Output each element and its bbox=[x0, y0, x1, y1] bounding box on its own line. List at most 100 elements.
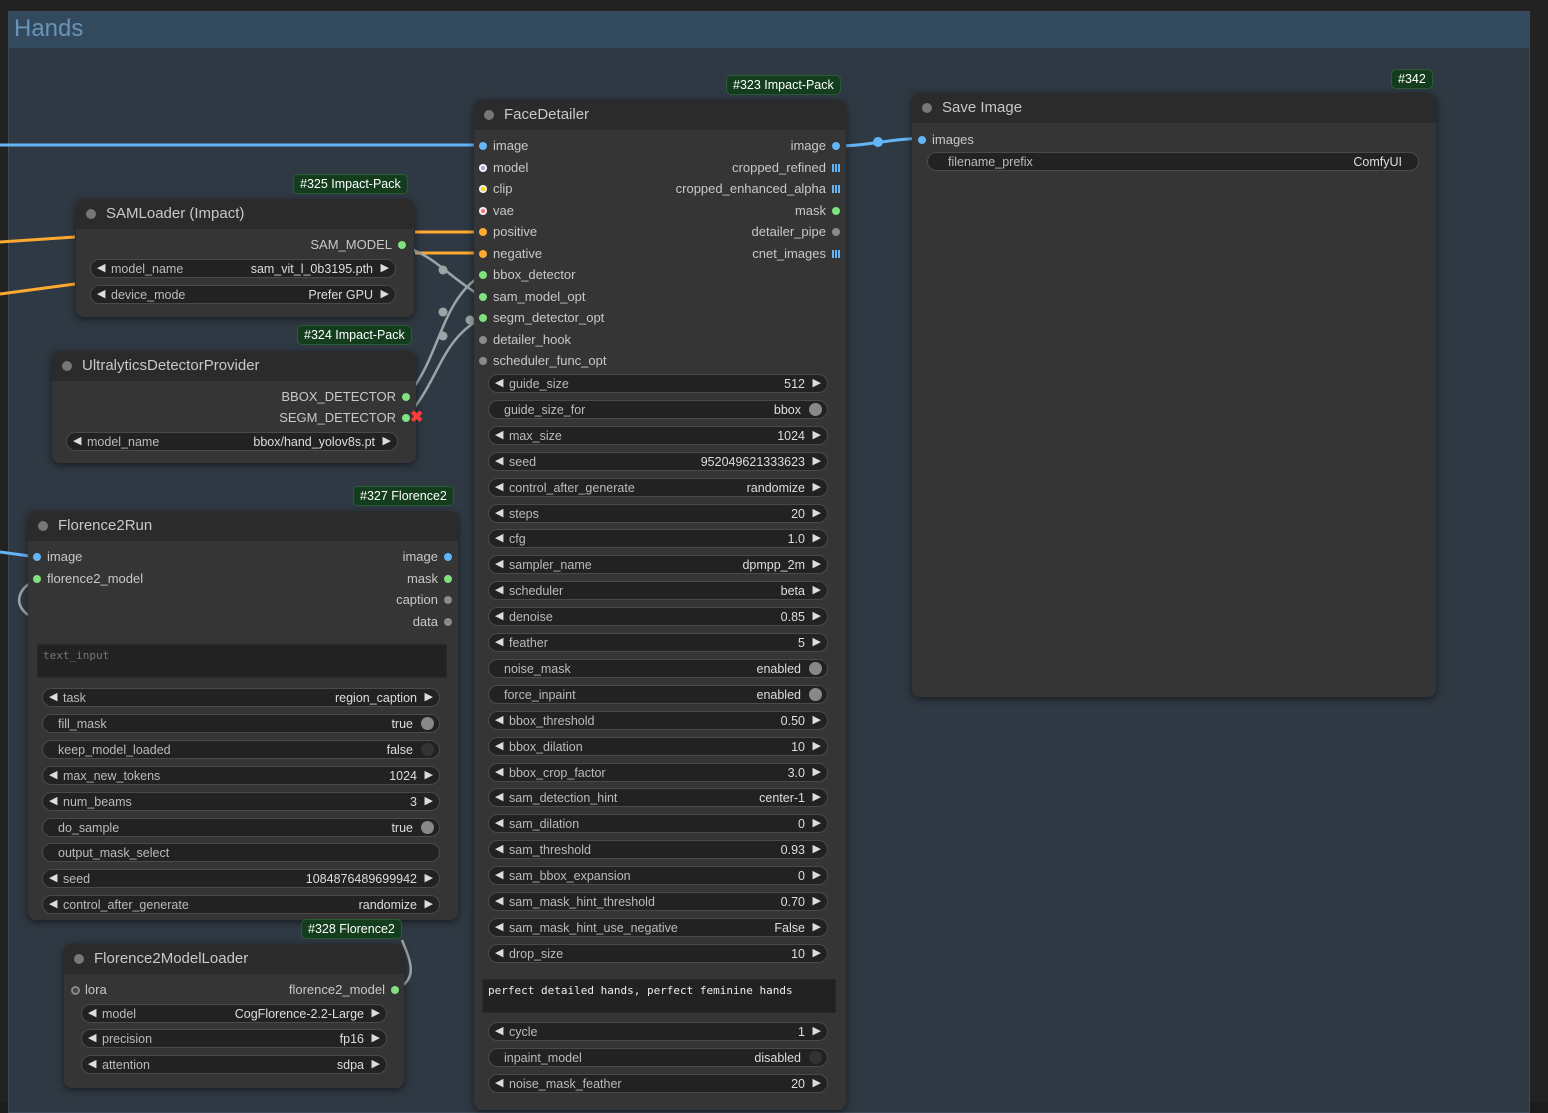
arrow-left-icon[interactable]: ◀ bbox=[495, 531, 503, 544]
arrow-right-icon[interactable]: ▶ bbox=[425, 897, 433, 910]
arrow-right-icon[interactable]: ▶ bbox=[813, 739, 821, 752]
collapse-dot-icon[interactable] bbox=[74, 954, 84, 964]
widget-sam-threshold[interactable]: ◀ sam_threshold 0.93 ▶ bbox=[488, 840, 828, 860]
input-dot-icon[interactable] bbox=[479, 314, 487, 322]
widget-cycle[interactable]: ◀ cycle 1 ▶ bbox=[488, 1022, 828, 1041]
node-canvas[interactable]: Hands #325 Impact-Pack SAMLoader (Impact… bbox=[0, 0, 1548, 1113]
toggle-knob-icon[interactable] bbox=[421, 820, 434, 834]
arrow-right-icon[interactable]: ▶ bbox=[381, 287, 389, 300]
node-title-bar[interactable]: SAMLoader (Impact) bbox=[76, 199, 414, 229]
arrow-left-icon[interactable]: ◀ bbox=[495, 816, 503, 829]
widget-sam-mask-hint-use-negative[interactable]: ◀ sam_mask_hint_use_negative False ▶ bbox=[488, 917, 828, 937]
arrow-left-icon[interactable]: ◀ bbox=[88, 1006, 96, 1019]
widget-bbox-dilation[interactable]: ◀ bbox_dilation 10 ▶ bbox=[488, 736, 828, 756]
node-ultralytics-detector[interactable]: UltralyticsDetectorProvider BBOX_DETECTO… bbox=[52, 351, 423, 463]
toggle-knob-icon[interactable] bbox=[809, 402, 822, 416]
output-dot-icon[interactable] bbox=[444, 596, 452, 604]
arrow-right-icon[interactable]: ▶ bbox=[425, 768, 433, 781]
arrow-right-icon[interactable]: ▶ bbox=[813, 946, 821, 959]
text-input-area[interactable]: text_input bbox=[37, 644, 447, 678]
arrow-left-icon[interactable]: ◀ bbox=[495, 609, 503, 622]
arrow-right-icon[interactable]: ▶ bbox=[372, 1006, 380, 1019]
arrow-left-icon[interactable]: ◀ bbox=[495, 376, 503, 389]
output-dot-icon[interactable] bbox=[391, 986, 399, 994]
output-slot-mask[interactable]: mask bbox=[332, 571, 452, 587]
widget-num-beams[interactable]: ◀ num_beams 3 ▶ bbox=[42, 791, 440, 811]
widget-denoise[interactable]: ◀ denoise 0.85 ▶ bbox=[488, 607, 828, 627]
arrow-right-icon[interactable]: ▶ bbox=[813, 713, 821, 726]
arrow-left-icon[interactable]: ◀ bbox=[495, 506, 503, 519]
node-title-bar[interactable]: FaceDetailer bbox=[474, 100, 846, 130]
arrow-right-icon[interactable]: ▶ bbox=[813, 454, 821, 467]
arrow-left-icon[interactable]: ◀ bbox=[495, 920, 503, 933]
arrow-right-icon[interactable]: ▶ bbox=[813, 480, 821, 493]
arrow-left-icon[interactable]: ◀ bbox=[495, 765, 503, 778]
reroute-dot-5[interactable] bbox=[438, 307, 448, 317]
widget-max-new-tokens[interactable]: ◀ max_new_tokens 1024 ▶ bbox=[42, 765, 440, 785]
arrow-right-icon[interactable]: ▶ bbox=[372, 1057, 380, 1070]
widget-do-sample[interactable]: do_sample true bbox=[42, 817, 440, 837]
input-dot-icon[interactable] bbox=[479, 163, 487, 172]
arrow-left-icon[interactable]: ◀ bbox=[495, 480, 503, 493]
output-dot-icon[interactable] bbox=[444, 575, 452, 583]
reroute-dot-3[interactable] bbox=[438, 331, 448, 341]
input-dot-icon[interactable] bbox=[479, 357, 487, 365]
input-dot-icon[interactable] bbox=[33, 575, 41, 583]
arrow-right-icon[interactable]: ▶ bbox=[813, 506, 821, 519]
arrow-left-icon[interactable]: ◀ bbox=[73, 434, 81, 447]
input-dot-icon[interactable] bbox=[479, 335, 487, 344]
node-save-image[interactable]: Save Image images filename_prefix ComfyUI bbox=[912, 93, 1436, 697]
reroute-dot-1[interactable] bbox=[873, 137, 883, 147]
widget-output-mask-select[interactable]: output_mask_select bbox=[42, 843, 440, 863]
widget-attention[interactable]: ◀ attention sdpa ▶ bbox=[81, 1055, 387, 1074]
arrow-right-icon[interactable]: ▶ bbox=[813, 428, 821, 441]
widget-precision[interactable]: ◀ precision fp16 ▶ bbox=[81, 1029, 387, 1048]
input-dot-icon[interactable] bbox=[479, 142, 487, 150]
arrow-right-icon[interactable]: ▶ bbox=[813, 1024, 821, 1037]
output-slot-sam-model[interactable]: SAM_MODEL bbox=[206, 237, 406, 253]
widget-model-name[interactable]: ◀ model_name sam_vit_l_0b3195.pth ▶ bbox=[90, 259, 396, 278]
output-dot-icon[interactable] bbox=[832, 228, 840, 236]
widget-sam-mask-hint-threshold[interactable]: ◀ sam_mask_hint_threshold 0.70 ▶ bbox=[488, 892, 828, 911]
output-dot-icon[interactable] bbox=[832, 206, 840, 215]
disconnect-x-icon[interactable]: ✖ bbox=[410, 407, 423, 427]
input-dot-icon[interactable] bbox=[479, 271, 487, 279]
widget-guide-size[interactable]: ◀ guide_size 512 ▶ bbox=[488, 374, 828, 393]
arrow-right-icon[interactable]: ▶ bbox=[372, 1031, 380, 1044]
output-slot-detailer-pipe[interactable]: detailer_pipe bbox=[640, 224, 840, 240]
arrow-left-icon[interactable]: ◀ bbox=[495, 583, 503, 596]
collapse-dot-icon[interactable] bbox=[62, 361, 72, 371]
node-title-bar[interactable]: Florence2Run bbox=[28, 511, 458, 541]
list-output-icon[interactable] bbox=[832, 249, 840, 258]
output-slot-cnet-images[interactable]: cnet_images bbox=[640, 246, 840, 262]
widget-noise-mask[interactable]: noise_mask enabled bbox=[488, 658, 828, 678]
arrow-right-icon[interactable]: ▶ bbox=[813, 635, 821, 648]
widget-sam-bbox-expansion[interactable]: ◀ sam_bbox_expansion 0 ▶ bbox=[488, 866, 828, 886]
output-dot-icon[interactable] bbox=[832, 142, 840, 150]
output-slot-cropped-enhanced-alpha[interactable]: cropped_enhanced_alpha bbox=[640, 181, 840, 197]
arrow-left-icon[interactable]: ◀ bbox=[49, 897, 57, 910]
node-title-bar[interactable]: Florence2ModelLoader bbox=[64, 944, 404, 974]
input-dot-icon[interactable] bbox=[479, 249, 487, 258]
reroute-dot-2[interactable] bbox=[438, 265, 448, 275]
widget-inpaint-model[interactable]: inpaint_model disabled bbox=[488, 1047, 828, 1067]
arrow-right-icon[interactable]: ▶ bbox=[813, 557, 821, 570]
list-output-icon[interactable] bbox=[832, 185, 840, 193]
arrow-right-icon[interactable]: ▶ bbox=[425, 794, 433, 807]
widget-model[interactable]: ◀ model CogFlorence-2.2-Large ▶ bbox=[81, 1004, 387, 1023]
arrow-left-icon[interactable]: ◀ bbox=[495, 454, 503, 467]
arrow-left-icon[interactable]: ◀ bbox=[495, 946, 503, 959]
widget-control-after-generate[interactable]: ◀ control_after_generate randomize ▶ bbox=[488, 477, 828, 497]
arrow-left-icon[interactable]: ◀ bbox=[49, 690, 57, 703]
output-dot-icon[interactable] bbox=[444, 553, 452, 561]
widget-steps[interactable]: ◀ steps 20 ▶ bbox=[488, 503, 828, 523]
arrow-right-icon[interactable]: ▶ bbox=[813, 920, 821, 933]
widget-bbox-crop-factor[interactable]: ◀ bbox_crop_factor 3.0 ▶ bbox=[488, 762, 828, 782]
output-dot-icon[interactable] bbox=[444, 618, 452, 626]
arrow-right-icon[interactable]: ▶ bbox=[813, 765, 821, 778]
node-samloader[interactable]: SAMLoader (Impact) SAM_MODEL ◀ model_name… bbox=[76, 199, 414, 317]
arrow-left-icon[interactable]: ◀ bbox=[88, 1031, 96, 1044]
collapse-dot-icon[interactable] bbox=[38, 521, 48, 531]
widget-cfg[interactable]: ◀ cfg 1.0 ▶ bbox=[488, 529, 828, 549]
arrow-right-icon[interactable]: ▶ bbox=[813, 376, 821, 389]
